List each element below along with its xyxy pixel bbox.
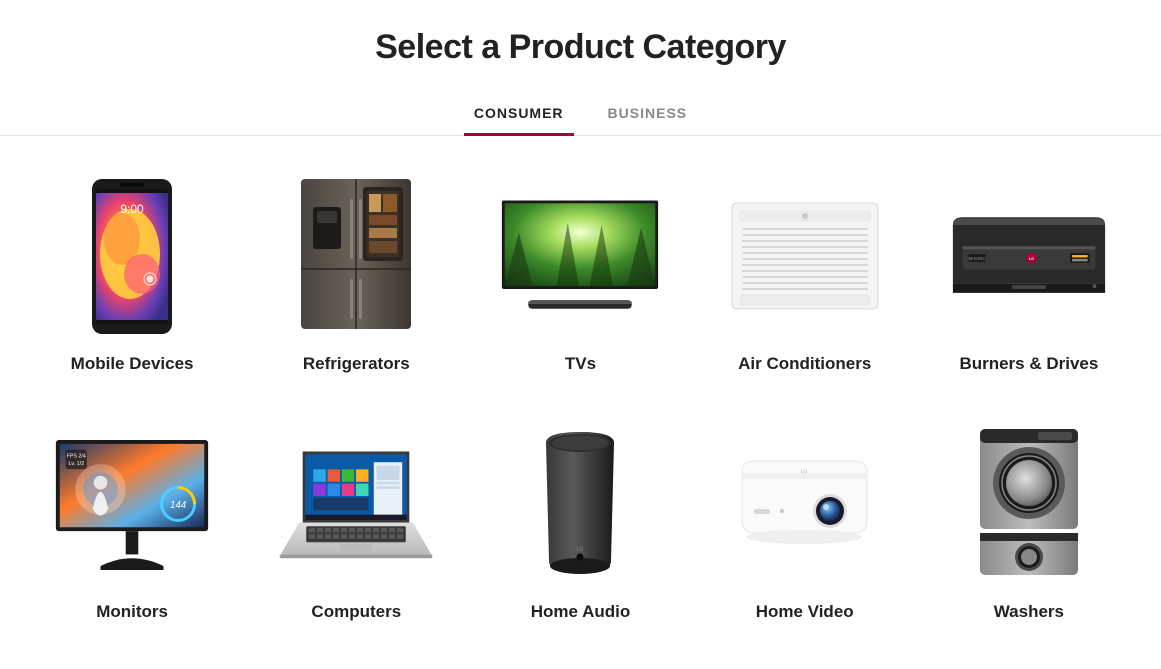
ac-icon: [725, 176, 885, 336]
tab-consumer[interactable]: Consumer: [470, 95, 568, 135]
category-monitors[interactable]: 144 FPS 2/4 Lv. 1/2 Monitors: [20, 424, 244, 622]
laptop-icon: [276, 424, 436, 584]
category-label: TVs: [565, 354, 596, 374]
svg-text:LG: LG: [577, 547, 584, 553]
category-label: Mobile Devices: [71, 354, 194, 374]
category-mobile-devices[interactable]: 9:00 Mobile Devices: [20, 176, 244, 374]
category-label: Refrigerators: [303, 354, 410, 374]
page-title: Select a Product Category: [0, 28, 1161, 67]
fridge-icon: [276, 176, 436, 336]
speaker-icon: LG: [500, 424, 660, 584]
category-label: Burners & Drives: [959, 354, 1098, 374]
category-tvs[interactable]: TVs: [468, 176, 692, 374]
svg-text:M-DISC: M-DISC: [968, 255, 986, 261]
category-home-audio[interactable]: LG Home Audio: [468, 424, 692, 622]
category-label: Air Conditioners: [738, 354, 871, 374]
category-grid: 9:00 Mobile Devices: [0, 136, 1161, 652]
svg-text:Lv. 1/2: Lv. 1/2: [69, 461, 85, 467]
category-label: Monitors: [96, 602, 168, 622]
tv-icon: [500, 176, 660, 336]
category-refrigerators[interactable]: Refrigerators: [244, 176, 468, 374]
monitor-icon: 144 FPS 2/4 Lv. 1/2: [52, 424, 212, 584]
svg-text:LG: LG: [801, 469, 808, 475]
category-burners-drives[interactable]: M-DISC LG Burners & Drives: [917, 176, 1141, 374]
category-computers[interactable]: Computers: [244, 424, 468, 622]
tab-business[interactable]: Business: [604, 95, 692, 135]
svg-text:144: 144: [170, 500, 187, 511]
category-label: Home Video: [756, 602, 854, 622]
category-label: Computers: [311, 602, 401, 622]
category-label: Washers: [994, 602, 1064, 622]
category-home-video[interactable]: LG Home Video: [693, 424, 917, 622]
washer-icon: [949, 424, 1109, 584]
svg-text:9:00: 9:00: [120, 202, 144, 216]
svg-text:LG: LG: [1029, 255, 1034, 260]
category-washers[interactable]: Washers: [917, 424, 1141, 622]
svg-text:FPS 2/4: FPS 2/4: [67, 453, 86, 459]
projector-icon: LG: [725, 424, 885, 584]
drive-icon: M-DISC LG: [949, 176, 1109, 336]
category-air-conditioners[interactable]: Air Conditioners: [693, 176, 917, 374]
tab-bar: Consumer Business: [0, 95, 1161, 136]
phone-icon: 9:00: [52, 176, 212, 336]
category-label: Home Audio: [531, 602, 630, 622]
